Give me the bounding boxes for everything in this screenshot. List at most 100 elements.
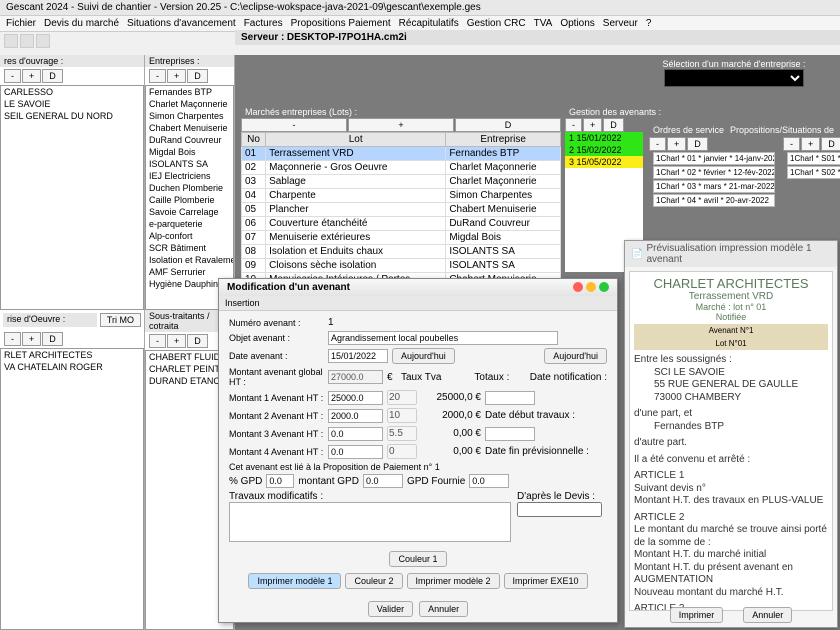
list-item[interactable]: CARLESSO: [1, 86, 143, 98]
couleur1-button[interactable]: Couleur 1: [389, 551, 446, 567]
close-icon[interactable]: [573, 282, 583, 292]
pr-minus[interactable]: -: [783, 137, 800, 151]
ouvrage-plus[interactable]: +: [22, 69, 41, 83]
travaux-textarea[interactable]: [229, 502, 511, 542]
list-item[interactable]: Chabert Menuiserie: [146, 122, 233, 134]
avenant-row[interactable]: 2 15/02/2022: [565, 144, 643, 156]
table-row[interactable]: 03SablageCharlet Maçonnerie: [242, 175, 561, 189]
list-item[interactable]: Duchen Plomberie: [146, 182, 233, 194]
ordre-item[interactable]: 1Charl * 03 * mars * 21-mar-2022: [653, 180, 775, 193]
menu-situations[interactable]: Situations d'avancement: [127, 18, 236, 29]
maximize-icon[interactable]: [599, 282, 609, 292]
minimize-icon[interactable]: [586, 282, 596, 292]
avenant-row[interactable]: 1 15/01/2022: [565, 132, 643, 144]
toolbar-icon-3[interactable]: [36, 34, 50, 48]
couleur2-button[interactable]: Couleur 2: [345, 573, 402, 589]
os-minus[interactable]: -: [649, 137, 666, 151]
m1-input[interactable]: [328, 391, 383, 405]
pr-d[interactable]: D: [821, 137, 840, 151]
av-minus[interactable]: -: [565, 118, 582, 132]
imprimer-modele1-button[interactable]: Imprimer modèle 1: [248, 573, 341, 589]
aujourdhui-button-2[interactable]: Aujourd'hui: [544, 348, 607, 364]
menu-help[interactable]: ?: [646, 18, 652, 29]
list-item[interactable]: VA CHATELAIN ROGER: [1, 361, 143, 373]
ordre-item[interactable]: 1Charl * 02 * février * 12-fév-2022: [653, 166, 775, 179]
menu-fichier[interactable]: Fichier: [6, 18, 36, 29]
table-row[interactable]: 08Isolation et Enduits chauxISOLANTS SA: [242, 245, 561, 259]
objet-input[interactable]: [328, 331, 558, 345]
selection-marche-dropdown[interactable]: [664, 69, 804, 87]
ent-d[interactable]: D: [187, 69, 208, 83]
table-row[interactable]: 06Couverture étanchéitéDuRand Couvreur: [242, 217, 561, 231]
menu-propositions[interactable]: Propositions Paiement: [291, 18, 391, 29]
list-item[interactable]: Alp-confort: [146, 230, 233, 242]
toolbar-icon-2[interactable]: [20, 34, 34, 48]
toolbar-icon-1[interactable]: [4, 34, 18, 48]
lots-minus[interactable]: -: [241, 118, 347, 132]
preview-annuler-button[interactable]: Annuler: [743, 607, 792, 623]
list-item[interactable]: Caille Plomberie: [146, 194, 233, 206]
list-item[interactable]: Fernandes BTP: [146, 86, 233, 98]
table-row[interactable]: 05PlancherChabert Menuiserie: [242, 203, 561, 217]
list-item[interactable]: RLET ARCHITECTES: [1, 349, 143, 361]
list-item[interactable]: DuRand Couvreur: [146, 134, 233, 146]
m3-input[interactable]: [328, 427, 383, 441]
ouvrage-d[interactable]: D: [42, 69, 63, 83]
menu-devis[interactable]: Devis du marché: [44, 18, 119, 29]
list-item[interactable]: ISOLANTS SA: [146, 158, 233, 170]
table-row[interactable]: 07Menuiserie extérieuresMigdal Bois: [242, 231, 561, 245]
list-item[interactable]: e-parqueterie: [146, 218, 233, 230]
list-item[interactable]: AMF Serrurier: [146, 266, 233, 278]
imprimer-modele2-button[interactable]: Imprimer modèle 2: [407, 573, 500, 589]
valider-button[interactable]: Valider: [368, 601, 413, 617]
menu-factures[interactable]: Factures: [244, 18, 283, 29]
list-item[interactable]: Isolation et Ravalement: [146, 254, 233, 266]
m4-input[interactable]: [328, 445, 383, 459]
oeuvres-list[interactable]: RLET ARCHITECTES VA CHATELAIN ROGER: [0, 348, 144, 630]
list-item[interactable]: Simon Charpentes: [146, 110, 233, 122]
imprimer-exe10-button[interactable]: Imprimer EXE10: [504, 573, 588, 589]
gpd-montant-input[interactable]: [363, 474, 403, 488]
pr-plus[interactable]: +: [801, 137, 820, 151]
ordre-item[interactable]: 1Charl * 04 * avril * 20-avr-2022: [653, 194, 775, 207]
date-notif-input[interactable]: [485, 391, 535, 405]
menu-crc[interactable]: Gestion CRC: [467, 18, 526, 29]
m2-input[interactable]: [328, 409, 383, 423]
gpd-fournie-input[interactable]: [469, 474, 509, 488]
av-d[interactable]: D: [603, 118, 624, 132]
lots-d[interactable]: D: [455, 118, 561, 132]
oeuvre-minus[interactable]: -: [4, 332, 21, 346]
list-item[interactable]: Migdal Bois: [146, 146, 233, 158]
date-input[interactable]: [328, 349, 388, 363]
list-item[interactable]: LE SAVOIE: [1, 98, 143, 110]
av-plus[interactable]: +: [583, 118, 602, 132]
list-item[interactable]: IEJ Electriciens: [146, 170, 233, 182]
preview-imprimer-button[interactable]: Imprimer: [670, 607, 724, 623]
st-plus[interactable]: +: [167, 334, 186, 348]
lots-plus[interactable]: +: [348, 118, 454, 132]
menu-serveur[interactable]: Serveur: [603, 18, 638, 29]
ouvrage-minus[interactable]: -: [4, 69, 21, 83]
table-row[interactable]: 02Maçonnerie - Gros OeuvreCharlet Maçonn…: [242, 161, 561, 175]
aujourdhui-button[interactable]: Aujourd'hui: [392, 348, 455, 364]
proposition-item[interactable]: 1Charl * S01 * L01 * mai *: [787, 152, 840, 165]
menu-recap[interactable]: Récapitulatifs: [399, 18, 459, 29]
oeuvre-plus[interactable]: +: [22, 332, 41, 346]
list-item[interactable]: SCR Bâtiment: [146, 242, 233, 254]
table-row[interactable]: 09Cloisons sèche isolationISOLANTS SA: [242, 259, 561, 273]
table-row[interactable]: 04CharpenteSimon Charpentes: [242, 189, 561, 203]
os-d[interactable]: D: [687, 137, 708, 151]
table-row[interactable]: 01Terrassement VRDFernandes BTP: [242, 147, 561, 161]
avenant-row[interactable]: 3 15/05/2022: [565, 156, 643, 168]
annuler-button[interactable]: Annuler: [419, 601, 468, 617]
list-item[interactable]: Charlet Maçonnerie: [146, 98, 233, 110]
list-item[interactable]: SEIL GENERAL DU NORD: [1, 110, 143, 122]
entreprises-list[interactable]: Fernandes BTPCharlet MaçonnerieSimon Cha…: [145, 85, 234, 310]
ent-plus[interactable]: +: [167, 69, 186, 83]
os-plus[interactable]: +: [667, 137, 686, 151]
tri-mo-button[interactable]: Tri MO: [100, 313, 141, 327]
menu-tva[interactable]: TVA: [534, 18, 553, 29]
proposition-item[interactable]: 1Charl * S02 * L01 * juillet: [787, 166, 840, 179]
ouvrages-list[interactable]: CARLESSO LE SAVOIE SEIL GENERAL DU NORD: [0, 85, 144, 310]
menu-options[interactable]: Options: [560, 18, 594, 29]
